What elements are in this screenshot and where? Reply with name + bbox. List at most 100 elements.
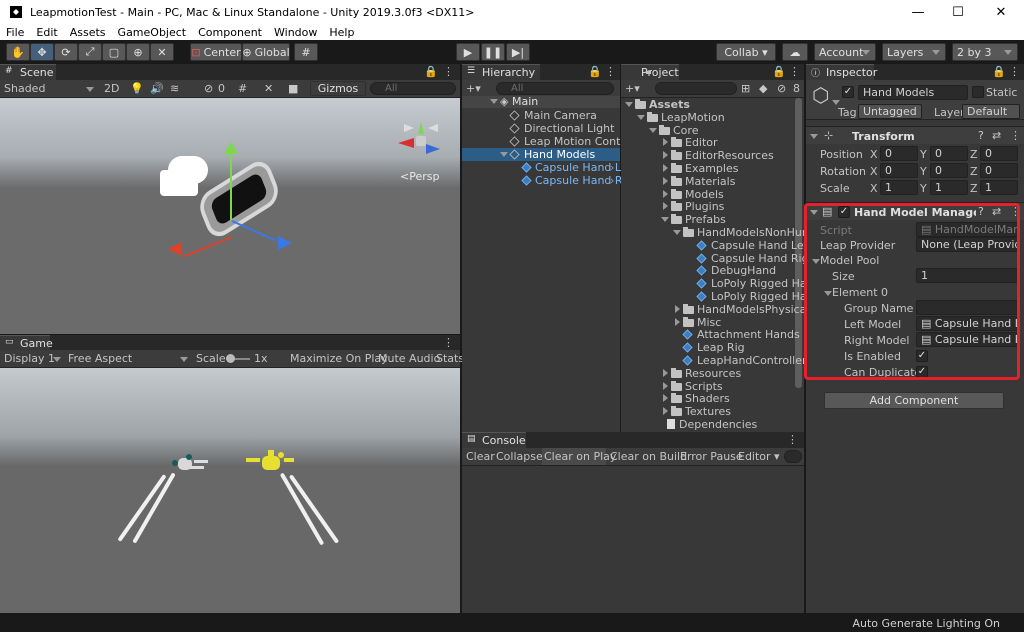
help-icon[interactable]: ? — [978, 205, 984, 218]
gizmos-dropdown[interactable]: Gizmos — [310, 81, 366, 96]
maximize-button[interactable]: ☐ — [938, 5, 978, 20]
project-item[interactable]: Assets — [621, 98, 793, 111]
active-checkbox[interactable]: ✓ — [842, 86, 854, 98]
project-item[interactable]: Attachment Hands — [621, 328, 800, 341]
menu-dots-icon[interactable]: ⋮ — [787, 433, 798, 446]
project-item[interactable]: Textures — [621, 405, 793, 418]
cloud-icon[interactable]: ☁ — [782, 43, 808, 61]
hierarchy-row[interactable]: Capsule Hand R › — [462, 174, 623, 187]
scene-viewport[interactable]: <Persp — [0, 98, 460, 334]
lock-icon[interactable]: 🔒 — [992, 65, 1006, 78]
leap-provider-field[interactable]: None (Leap Provide — [916, 237, 1020, 252]
menu-assets[interactable]: Assets — [64, 26, 112, 39]
project-item[interactable]: DebugHand — [621, 264, 793, 277]
rotate-tool-icon[interactable]: ⟳ — [54, 43, 78, 61]
expand-arrow-icon[interactable] — [661, 217, 669, 223]
tab-hierarchy[interactable]: ☰ Hierarchy — [462, 64, 540, 80]
collapse-arrow-icon[interactable] — [663, 202, 668, 211]
collapse-arrow-icon[interactable] — [663, 176, 668, 185]
collapse-arrow-icon[interactable] — [663, 394, 668, 403]
project-item[interactable]: Resources — [621, 367, 793, 380]
project-item[interactable]: Capsule Hand Right — [621, 252, 820, 265]
hidden-objects-icon[interactable]: ⊘ — [204, 82, 213, 95]
collapse-arrow-icon[interactable] — [810, 210, 818, 215]
orientation-gizmo[interactable] — [398, 120, 444, 166]
project-item[interactable]: EditorResources — [621, 149, 793, 162]
editor-dropdown[interactable]: Editor ▾ — [738, 450, 780, 463]
expand-arrow-icon[interactable] — [673, 230, 681, 235]
transform-header[interactable]: ⊹ Transform ? ⇄ ⋮ — [806, 126, 1024, 144]
help-icon[interactable]: ? — [978, 129, 984, 142]
hierarchy-row[interactable]: Leap Motion Controlle — [462, 135, 644, 148]
menu-dots-icon[interactable]: ⋮ — [443, 336, 454, 349]
project-item[interactable]: Misc — [621, 316, 793, 329]
hand-tool-icon[interactable]: ✋ — [6, 43, 30, 61]
menu-component[interactable]: Component — [192, 26, 268, 39]
menu-help[interactable]: Help — [323, 26, 360, 39]
project-item[interactable]: LoPoly Rigged Hand — [621, 277, 821, 290]
audio-icon[interactable]: 🔊 — [150, 82, 164, 95]
rotation-y-input[interactable]: 0 — [930, 163, 968, 178]
toggle-2d-button[interactable]: 2D — [104, 82, 119, 95]
transform-tool-icon[interactable]: ⊕ — [126, 43, 150, 61]
can-duplicate-checkbox[interactable]: ✓ — [916, 366, 928, 378]
maximize-on-play-button[interactable]: Maximize On Play — [290, 352, 388, 365]
object-name-input[interactable]: Hand Models — [858, 85, 968, 100]
rotation-z-input[interactable]: 0 — [980, 163, 1018, 178]
static-checkbox[interactable] — [972, 86, 984, 98]
project-item[interactable]: Examples — [621, 162, 793, 175]
project-item[interactable]: HandModelsPhysical — [621, 303, 809, 316]
menu-dots-icon[interactable]: ⋮ — [789, 65, 800, 78]
project-add-button[interactable]: +▾ — [625, 82, 640, 95]
filter-label-icon[interactable]: ◆ — [759, 82, 767, 95]
project-item[interactable]: HandModelsNonHuma — [621, 226, 819, 239]
x-axis-handle[interactable] — [183, 236, 233, 258]
add-component-button[interactable]: Add Component — [824, 392, 1004, 409]
layout-dropdown[interactable]: 2 by 3 — [952, 43, 1018, 61]
step-button[interactable]: ▶| — [506, 43, 530, 61]
project-search-input[interactable] — [655, 82, 737, 95]
play-button[interactable]: ▶ — [456, 43, 480, 61]
tag-dropdown[interactable]: Untagged — [858, 104, 922, 119]
project-item[interactable]: Editor — [621, 136, 793, 149]
scale-tool-icon[interactable]: ⤢ — [78, 43, 102, 61]
lock-icon[interactable]: 🔒 — [424, 65, 438, 78]
stats-button[interactable]: Stats — [436, 352, 464, 365]
tab-game[interactable]: ▭ Game — [0, 335, 53, 351]
rect-tool-icon[interactable]: ▢ — [102, 43, 126, 61]
rotation-x-input[interactable]: 0 — [880, 163, 918, 178]
position-y-input[interactable]: 0 — [930, 146, 968, 161]
position-z-input[interactable]: 0 — [980, 146, 1018, 161]
clear-on-play-toggle[interactable]: Clear on Play — [542, 448, 616, 465]
console-search-input[interactable] — [784, 450, 802, 463]
collapse-arrow-icon[interactable] — [663, 381, 668, 390]
z-axis-handle[interactable] — [231, 220, 277, 242]
position-x-input[interactable]: 0 — [880, 146, 918, 161]
project-item[interactable]: LoPoly Rigged Hand — [621, 290, 821, 303]
pivot-global-button[interactable]: ⊕ Global — [242, 43, 290, 61]
lighting-icon[interactable]: 💡 — [130, 82, 144, 95]
minimize-button[interactable]: — — [898, 5, 938, 20]
icon-dropdown-icon[interactable] — [832, 100, 840, 105]
left-model-field[interactable]: ▤ Capsule Hand Le — [916, 316, 1020, 331]
hierarchy-row[interactable]: Directional Light — [462, 122, 620, 135]
lock-icon[interactable]: 🔒 — [772, 65, 786, 78]
preset-icon[interactable]: ⇄ — [992, 129, 1001, 142]
expand-arrow-icon[interactable] — [490, 99, 498, 104]
hierarchy-row-selected[interactable]: Hand Models — [462, 148, 620, 161]
expand-arrow-icon[interactable] — [500, 152, 508, 157]
collapse-arrow-icon[interactable] — [675, 304, 680, 313]
scale-y-input[interactable]: 1 — [930, 180, 968, 195]
tab-console[interactable]: ▤ Console — [462, 432, 526, 448]
tab-scene[interactable]: # Scene — [0, 64, 56, 80]
collapse-arrow-icon[interactable] — [663, 407, 668, 416]
preset-icon[interactable]: ⇄ — [992, 205, 1001, 218]
menu-dots-icon[interactable]: ⋮ — [1009, 65, 1020, 78]
clear-button[interactable]: Clear — [466, 450, 495, 463]
project-item[interactable]: Core — [621, 124, 793, 137]
grid-snap-icon[interactable]: # — [294, 43, 318, 61]
project-item[interactable]: Scripts — [621, 380, 793, 393]
custom-tool-icon[interactable]: ✕ — [150, 43, 174, 61]
perspective-label[interactable]: <Persp — [400, 170, 439, 183]
aspect-dropdown[interactable]: Free Aspect — [68, 352, 132, 365]
